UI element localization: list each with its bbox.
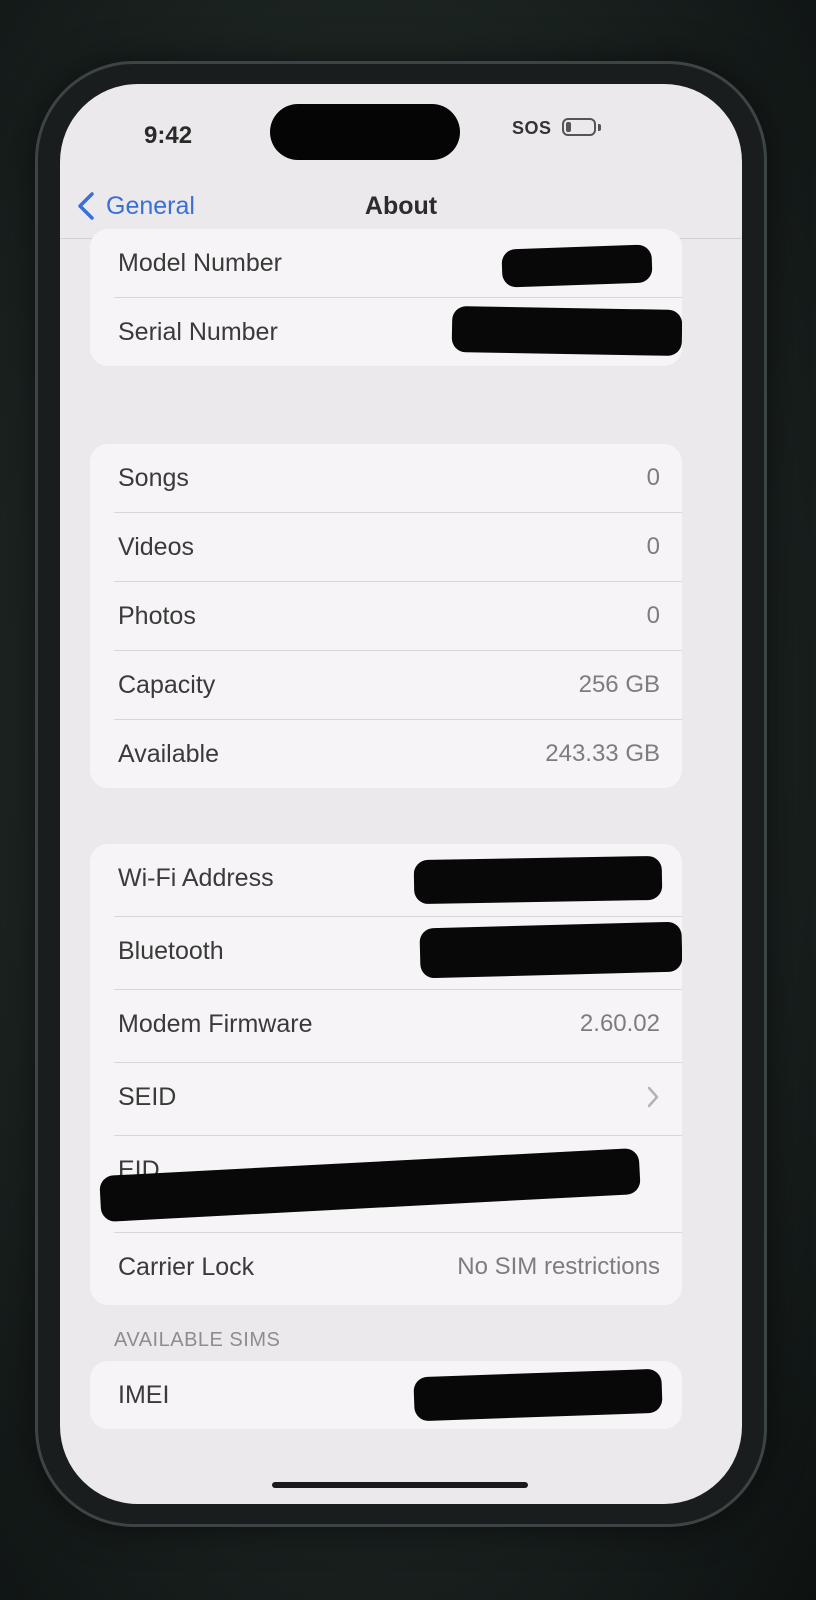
sims-group: IMEI	[90, 1361, 682, 1429]
sos-indicator: SOS	[512, 118, 552, 138]
redaction-mark	[451, 305, 682, 357]
settings-row-seid[interactable]: SEID	[114, 1063, 682, 1136]
page-title: About	[364, 192, 438, 220]
redaction-mark	[413, 855, 663, 905]
dynamic-island	[270, 104, 460, 160]
phone-frame: 9:42 SOS General About Model Number Seri…	[38, 64, 764, 1524]
settings-row-songs: Songs 0	[114, 444, 682, 513]
settings-row-bluetooth[interactable]: Bluetooth	[114, 917, 682, 990]
row-label: SEID	[118, 1083, 177, 1111]
settings-row-capacity: Capacity 256 GB	[114, 651, 682, 720]
status-bar: 9:42 SOS	[60, 84, 742, 164]
settings-row-wifi-address[interactable]: Wi-Fi Address	[114, 844, 682, 917]
battery-nub	[598, 124, 601, 131]
battery-icon	[562, 118, 596, 136]
screen: 9:42 SOS General About Model Number Seri…	[60, 84, 742, 1504]
row-value: 0	[646, 533, 660, 560]
row-label: Available	[118, 740, 220, 768]
redaction-mark	[413, 1368, 663, 1422]
home-indicator[interactable]	[272, 1482, 528, 1488]
settings-row-eid[interactable]: EID	[99, 1136, 682, 1233]
redaction-mark	[501, 244, 653, 288]
settings-row-available: Available 243.33 GB	[114, 720, 682, 788]
row-label: Wi-Fi Address	[118, 864, 274, 892]
row-label: Carrier Lock	[118, 1253, 255, 1281]
settings-row-carrier-lock: Carrier Lock No SIM restrictions	[114, 1233, 682, 1305]
row-label: IMEI	[118, 1381, 170, 1409]
row-label: Videos	[118, 533, 194, 561]
settings-row-videos: Videos 0	[114, 513, 682, 582]
row-label: Songs	[118, 464, 189, 492]
device-id-group: Model Number Serial Number	[90, 229, 682, 366]
row-value: No SIM restrictions	[457, 1253, 660, 1280]
redaction-mark	[99, 1147, 641, 1223]
chevron-right-icon	[647, 1086, 659, 1108]
row-value: 0	[646, 602, 660, 629]
settings-row-photos: Photos 0	[114, 582, 682, 651]
row-value: 256 GB	[578, 671, 660, 698]
row-label: Serial Number	[118, 318, 278, 346]
row-value: 2.60.02	[579, 1010, 660, 1037]
row-value: 0	[646, 464, 660, 491]
row-label: Photos	[118, 602, 196, 630]
redaction-mark	[419, 921, 682, 979]
row-label: Bluetooth	[118, 937, 224, 965]
row-value: 243.33 GB	[545, 740, 660, 767]
settings-row-serial-number[interactable]: Serial Number	[114, 298, 682, 366]
navigation-bar: General About	[60, 164, 742, 239]
section-header-available-sims: AVAILABLE SIMS	[114, 1329, 281, 1351]
row-label: Model Number	[118, 249, 282, 277]
settings-row-model-number[interactable]: Model Number	[114, 229, 682, 298]
network-info-group: Wi-Fi Address Bluetooth Modem Firmware 2…	[90, 844, 682, 1305]
row-label: Capacity	[118, 671, 216, 699]
status-time: 9:42	[144, 122, 193, 149]
settings-row-modem-firmware: Modem Firmware 2.60.02	[114, 990, 682, 1063]
row-label: Modem Firmware	[118, 1010, 313, 1038]
settings-row-imei[interactable]: IMEI	[114, 1361, 682, 1429]
media-storage-group: Songs 0 Videos 0 Photos 0 Capacity 256 G…	[90, 444, 682, 788]
